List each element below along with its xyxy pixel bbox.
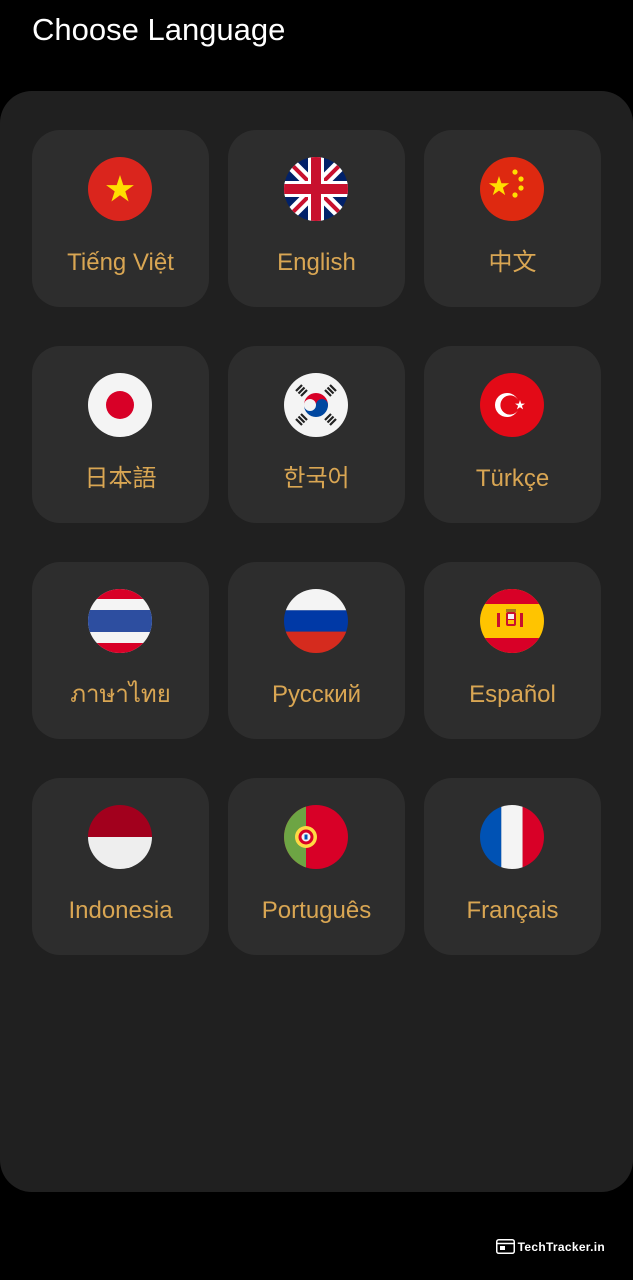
language-option-spanish[interactable]: Español: [424, 562, 601, 739]
language-option-turkish[interactable]: Türkçe: [424, 346, 601, 523]
language-label: 한국어: [283, 465, 350, 492]
language-grid: Tiếng Việt English 中文 日本語 한국어 Türkçe ภาษ…: [32, 130, 601, 955]
language-label: Indonesia: [68, 897, 173, 924]
language-option-indonesian[interactable]: Indonesia: [32, 778, 209, 955]
portugal-flag-icon: [284, 805, 348, 869]
uk-flag-icon: [284, 157, 348, 221]
thailand-flag-icon: [88, 589, 152, 653]
language-option-french[interactable]: Français: [424, 778, 601, 955]
language-option-japanese[interactable]: 日本語: [32, 346, 209, 523]
vietnam-flag-icon: [88, 157, 152, 221]
language-label: 中文: [488, 249, 537, 276]
language-option-portuguese[interactable]: Português: [228, 778, 405, 955]
language-option-thai[interactable]: ภาษาไทย: [32, 562, 209, 739]
page-title: Choose Language: [32, 12, 286, 47]
language-option-english[interactable]: English: [228, 130, 405, 307]
language-label: ภาษาไทย: [70, 681, 171, 708]
russia-flag-icon: [284, 589, 348, 653]
indonesia-flag-icon: [88, 805, 152, 869]
language-label: Türkçe: [475, 465, 550, 492]
watermark-text: TechTracker.in: [517, 1239, 605, 1254]
browser-window-icon: [495, 1239, 515, 1254]
language-label: English: [277, 249, 356, 276]
language-label: Русский: [271, 681, 362, 708]
turkey-flag-icon: [480, 373, 544, 437]
language-label: 日本語: [84, 465, 157, 492]
spain-flag-icon: [480, 589, 544, 653]
language-label: Español: [469, 681, 556, 708]
language-option-chinese[interactable]: 中文: [424, 130, 601, 307]
language-label: Français: [466, 897, 559, 924]
language-option-russian[interactable]: Русский: [228, 562, 405, 739]
france-flag-icon: [480, 805, 544, 869]
language-label: Português: [261, 897, 372, 924]
korea-flag-icon: [284, 373, 348, 437]
china-flag-icon: [480, 157, 544, 221]
japan-flag-icon: [88, 373, 152, 437]
language-option-vietnamese[interactable]: Tiếng Việt: [32, 130, 209, 307]
language-option-korean[interactable]: 한국어: [228, 346, 405, 523]
watermark: TechTracker.in: [495, 1239, 605, 1254]
language-label: Tiếng Việt: [67, 249, 174, 276]
